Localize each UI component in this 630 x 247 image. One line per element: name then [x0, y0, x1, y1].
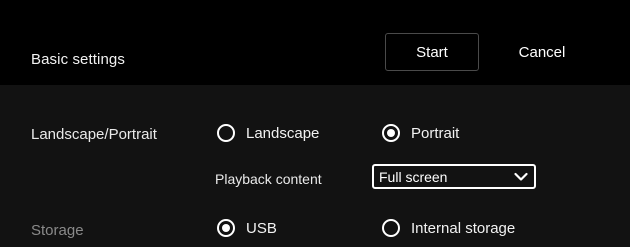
start-button[interactable]: Start — [385, 33, 479, 71]
orientation-label: Landscape/Portrait — [31, 126, 157, 143]
landscape-radio[interactable]: Landscape — [217, 124, 319, 142]
internal-storage-radio[interactable]: Internal storage — [382, 219, 515, 237]
radio-selected-icon — [382, 124, 400, 142]
portrait-radio-label: Portrait — [411, 124, 460, 142]
usb-radio[interactable]: USB — [217, 219, 277, 237]
storage-label: Storage — [31, 222, 84, 239]
playback-content-value: Full screen — [379, 168, 448, 185]
usb-radio-label: USB — [246, 219, 277, 237]
chevron-down-icon — [514, 172, 528, 182]
dialog-header: Basic settings Start Cancel — [0, 0, 630, 85]
landscape-radio-label: Landscape — [246, 124, 320, 142]
playback-content-label: Playback content — [215, 171, 322, 187]
playback-content-select[interactable]: Full screen — [372, 164, 536, 189]
cancel-button[interactable]: Cancel — [498, 33, 586, 71]
internal-storage-radio-label: Internal storage — [411, 219, 516, 237]
radio-unselected-icon — [217, 124, 235, 142]
dialog-title: Basic settings — [31, 51, 125, 68]
settings-dialog: Basic settings Start Cancel Landscape/Po… — [0, 0, 630, 247]
portrait-radio[interactable]: Portrait — [382, 124, 459, 142]
radio-unselected-icon — [382, 219, 400, 237]
radio-selected-icon — [217, 219, 235, 237]
